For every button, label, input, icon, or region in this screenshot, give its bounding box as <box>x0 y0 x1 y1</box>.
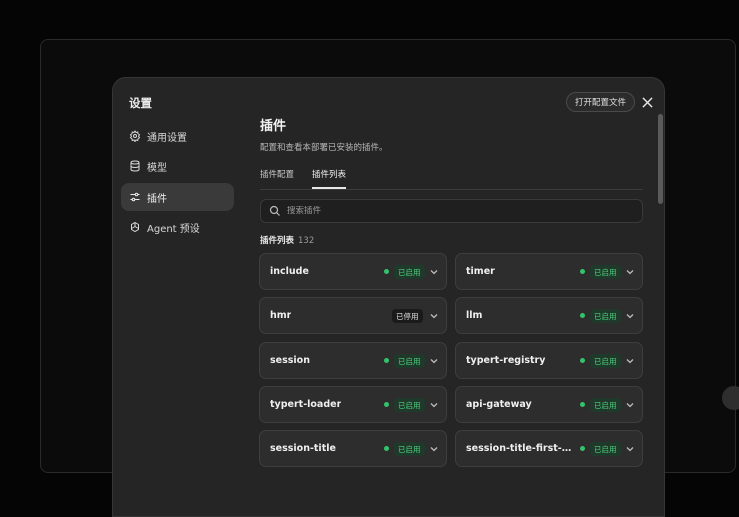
plugin-name: timer <box>466 266 495 277</box>
plugin-card[interactable]: session-title-first-m... 已启用 <box>455 430 643 467</box>
tab-plugin-config[interactable]: 插件配置 <box>260 168 294 189</box>
sidebar-item-agent-presets[interactable]: Agent 预设 <box>121 213 234 241</box>
plugin-name: llm <box>466 310 483 321</box>
status-badge: 已启用 <box>590 442 621 456</box>
sliders-icon <box>130 192 140 202</box>
status-badge: 已启用 <box>590 354 621 368</box>
sidebar-item-general[interactable]: 通用设置 <box>121 122 234 150</box>
plugin-name: session-title <box>270 443 336 454</box>
status-badge: 已启用 <box>394 398 425 412</box>
chevron-down-icon[interactable] <box>625 400 635 410</box>
plugin-card[interactable]: include 已启用 <box>259 253 447 290</box>
chevron-down-icon[interactable] <box>625 356 635 366</box>
status-badge: 已启用 <box>590 309 621 323</box>
plugin-name: typert-registry <box>466 355 546 366</box>
status-badge: 已启用 <box>394 354 425 368</box>
database-icon <box>130 160 140 172</box>
sidebar-item-label: Agent 预设 <box>147 223 200 235</box>
plugin-card[interactable]: typert-loader 已启用 <box>259 386 447 423</box>
status-dot <box>384 402 389 407</box>
tab-bar: 插件配置 插件列表 <box>260 168 643 190</box>
plugin-card[interactable]: timer 已启用 <box>455 253 643 290</box>
chevron-down-icon[interactable] <box>625 267 635 277</box>
plugin-list-heading: 插件列表 132 <box>260 234 314 246</box>
status-dot <box>580 313 585 318</box>
gear-icon <box>129 130 141 142</box>
plugin-card[interactable]: session-title 已启用 <box>259 430 447 467</box>
plugin-name: typert-loader <box>270 399 342 410</box>
plugin-name: session-title-first-m... <box>466 443 576 454</box>
plugin-list-heading-label: 插件列表 <box>260 236 295 246</box>
plugins-panel: 插件 配置和查看本部署已安装的插件。 插件配置 插件列表 插件列表132 inc… <box>259 78 654 516</box>
status-badge: 已启用 <box>590 398 621 412</box>
settings-sidebar: 设置 通用设置 模型 插件 Agent 预设 <box>113 78 245 516</box>
status-dot <box>580 446 585 451</box>
plugin-card[interactable]: session 已启用 <box>259 342 447 379</box>
status-dot <box>384 269 389 274</box>
search-input[interactable] <box>287 206 627 216</box>
plugin-card[interactable]: llm 已启用 <box>455 297 643 334</box>
sidebar-item-label: 通用设置 <box>147 132 187 144</box>
plugin-name: include <box>270 266 309 277</box>
tab-plugin-list[interactable]: 插件列表 <box>312 168 347 189</box>
sidebar-item-label: 模型 <box>147 162 167 174</box>
plugin-name: api-gateway <box>466 399 532 410</box>
plugin-name: hmr <box>270 310 292 321</box>
plugin-count: 132 <box>298 236 315 246</box>
chevron-down-icon[interactable] <box>429 311 439 321</box>
chevron-down-icon[interactable] <box>429 400 439 410</box>
chevron-down-icon[interactable] <box>429 356 439 366</box>
status-dot <box>384 446 389 451</box>
chevron-down-icon[interactable] <box>625 311 635 321</box>
search-icon <box>269 205 280 216</box>
status-badge: 已启用 <box>394 442 425 456</box>
status-dot <box>580 402 585 407</box>
status-badge: 已启用 <box>590 265 621 279</box>
sidebar-item-models[interactable]: 模型 <box>121 152 234 180</box>
status-dot <box>580 269 585 274</box>
chevron-down-icon[interactable] <box>625 444 635 454</box>
sidebar-item-label: 插件 <box>147 193 167 205</box>
status-dot <box>580 358 585 363</box>
plugin-name: session <box>270 355 310 366</box>
scrollbar-thumb[interactable] <box>658 114 663 204</box>
chevron-down-icon[interactable] <box>429 444 439 454</box>
page-title: 插件 <box>260 119 287 134</box>
page-description: 配置和查看本部署已安装的插件。 <box>260 143 388 153</box>
status-badge: 已启用 <box>394 265 425 279</box>
openai-icon <box>131 221 139 233</box>
plugin-card[interactable]: hmr 已停用 <box>259 297 447 334</box>
dialog-title: 设置 <box>129 96 152 110</box>
status-badge: 已停用 <box>392 309 423 323</box>
status-dot <box>384 358 389 363</box>
chevron-down-icon[interactable] <box>429 267 439 277</box>
plugin-card[interactable]: api-gateway 已启用 <box>455 386 643 423</box>
sidebar-item-plugins[interactable]: 插件 <box>121 183 234 211</box>
search-box <box>260 199 643 223</box>
settings-dialog: 设置 通用设置 模型 插件 Agent 预设 打开配置文件 插件 配置和查看本部… <box>112 77 665 517</box>
side-handle[interactable] <box>722 386 739 410</box>
plugin-card[interactable]: typert-registry 已启用 <box>455 342 643 379</box>
